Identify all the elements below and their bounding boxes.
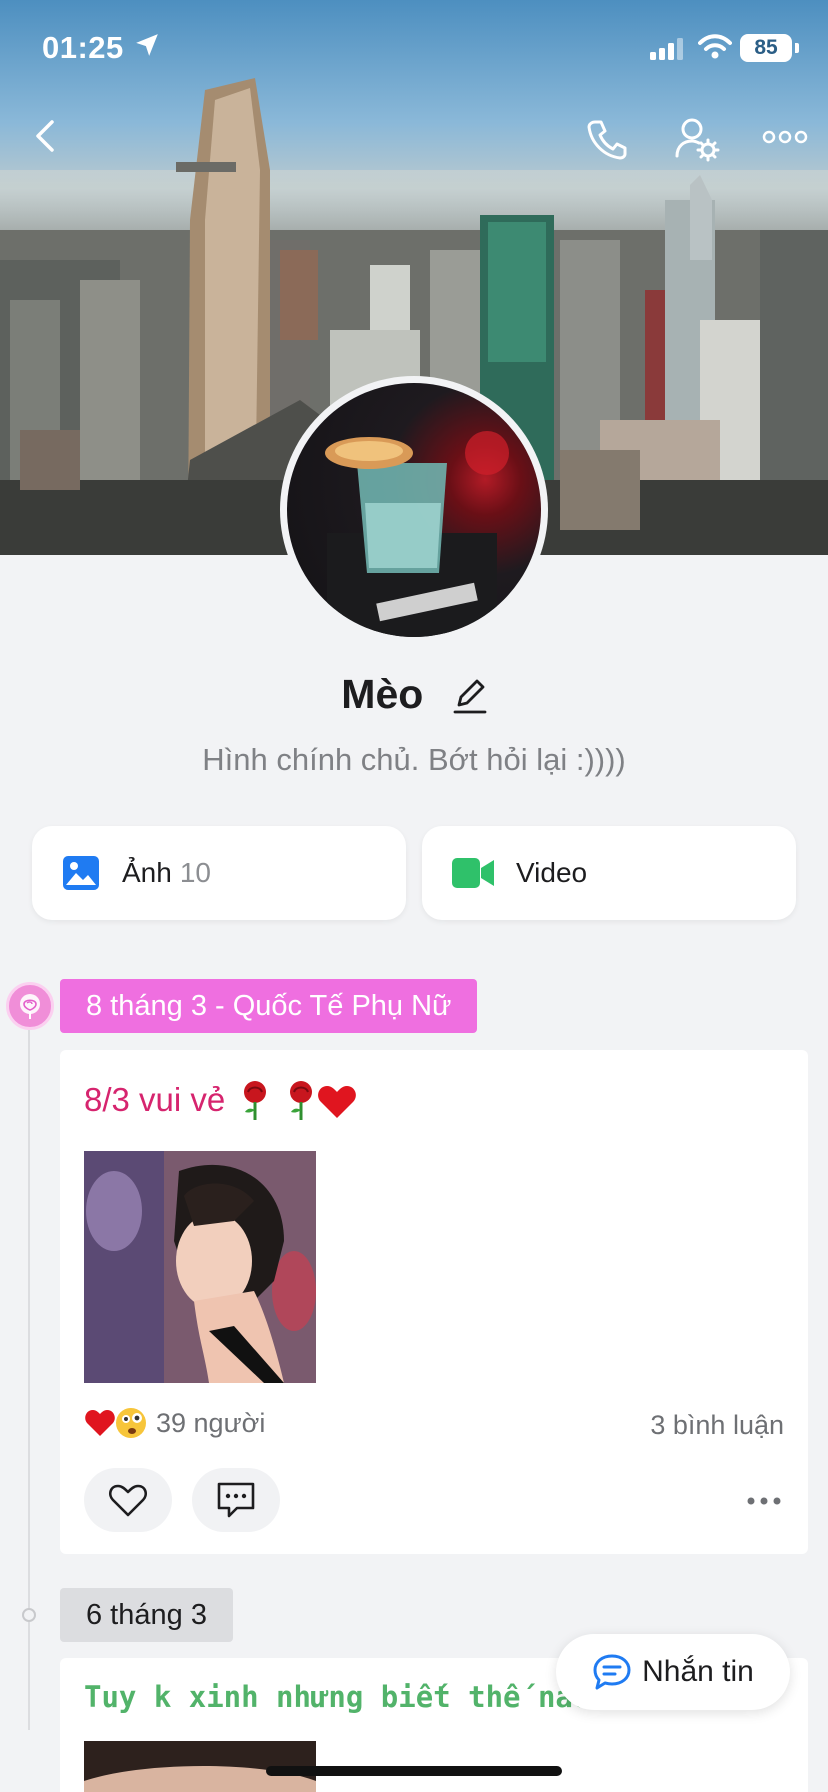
timeline-line xyxy=(28,1030,30,1730)
status-bar: 01:25 85 xyxy=(0,0,828,96)
roses-heart-emoji-icon xyxy=(235,1078,359,1122)
message-button[interactable]: Nhắn tin xyxy=(556,1634,790,1710)
heart-reaction-icon xyxy=(85,1408,146,1438)
comment-button[interactable] xyxy=(192,1468,280,1532)
video-label: Video xyxy=(516,857,588,888)
heart-icon xyxy=(108,1484,148,1517)
photos-button[interactable]: Ảnh 10 xyxy=(32,826,406,920)
cellular-signal-icon xyxy=(650,38,683,60)
profile-page: 01:25 85 Mèo Hình chính chủ. Bớt hỏi lại… xyxy=(0,0,828,1792)
comments-count[interactable]: 3 bình luận xyxy=(650,1410,784,1441)
home-indicator xyxy=(266,1766,562,1776)
photos-label: Ảnh xyxy=(122,857,172,888)
avatar-photo xyxy=(287,383,541,637)
profile-name-row: Mèo xyxy=(0,668,828,718)
profile-name: Mèo xyxy=(341,670,424,717)
back-icon[interactable] xyxy=(30,116,60,156)
photo-icon xyxy=(62,855,100,891)
post-title-row: 8/3 vui vẻ xyxy=(84,1078,359,1122)
wifi-icon xyxy=(698,34,732,59)
timeline-tag-womens-day: 8 tháng 3 - Quốc Tế Phụ Nữ xyxy=(60,979,478,1033)
more-icon[interactable] xyxy=(762,130,808,144)
like-button[interactable] xyxy=(84,1468,172,1532)
video-button[interactable]: Video xyxy=(422,826,796,920)
chat-icon xyxy=(592,1653,632,1691)
phone-icon[interactable] xyxy=(586,118,628,160)
post-card[interactable]: 8/3 vui vẻ 39 người 3 bình luận xyxy=(60,1050,808,1554)
timeline-dot xyxy=(22,1608,36,1622)
edit-icon[interactable] xyxy=(451,673,487,715)
rose-icon xyxy=(6,982,54,1030)
location-arrow-icon xyxy=(136,34,158,56)
post-more-icon[interactable] xyxy=(746,1496,782,1506)
avatar[interactable] xyxy=(280,376,548,644)
reactions-count: 39 người xyxy=(156,1407,266,1438)
user-settings-icon[interactable] xyxy=(674,116,720,162)
comment-icon xyxy=(217,1482,255,1518)
post-text: Tuy k xinh nhưng biết thế nào xyxy=(84,1680,591,1714)
battery-indicator: 85 xyxy=(740,34,792,62)
timeline-tag-date: 6 tháng 3 xyxy=(60,1588,233,1642)
battery-tip xyxy=(795,43,799,53)
message-button-label: Nhắn tin xyxy=(642,1655,754,1688)
avatar-drink-image xyxy=(325,431,509,637)
reactions-summary[interactable]: 39 người xyxy=(84,1406,265,1440)
post-photo[interactable] xyxy=(84,1151,316,1383)
status-time: 01:25 xyxy=(42,30,124,65)
photos-count: 10 xyxy=(179,857,211,888)
post-text: 8/3 vui vẻ xyxy=(84,1081,226,1118)
profile-bio: Hình chính chủ. Bớt hỏi lại :)))) xyxy=(202,742,626,777)
video-icon xyxy=(452,858,494,888)
